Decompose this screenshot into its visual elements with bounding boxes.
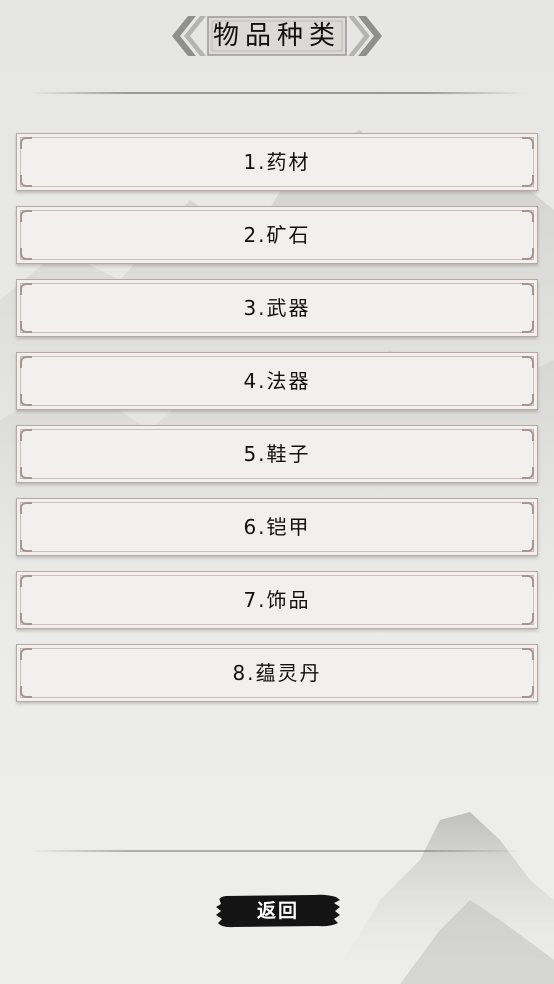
header: 物品种类 — [0, 0, 554, 72]
category-label: 3.武器 — [243, 296, 311, 320]
bottom-divider — [30, 850, 524, 852]
top-divider — [30, 92, 524, 94]
category-item-herbs[interactable]: 1.药材 — [16, 133, 538, 191]
category-list: 1.药材 2.矿石 3.武器 4.法器 5.鞋子 6.铠甲 7.饰品 8.蕴灵丹 — [16, 133, 538, 707]
category-item-weapons[interactable]: 3.武器 — [16, 279, 538, 337]
category-item-shoes[interactable]: 5.鞋子 — [16, 425, 538, 483]
category-label: 8.蕴灵丹 — [232, 661, 322, 685]
back-button[interactable]: 返回 — [214, 891, 342, 931]
category-label: 4.法器 — [243, 369, 311, 393]
page-title: 物品种类 — [212, 21, 341, 51]
category-item-armor[interactable]: 6.铠甲 — [16, 498, 538, 556]
category-label: 2.矿石 — [243, 223, 311, 247]
back-label: 返回 — [256, 900, 299, 922]
category-label: 1.药材 — [243, 150, 311, 174]
category-item-artifacts[interactable]: 4.法器 — [16, 352, 538, 410]
category-label: 5.鞋子 — [243, 442, 311, 466]
category-item-spirit-pill[interactable]: 8.蕴灵丹 — [16, 644, 538, 702]
category-item-accessories[interactable]: 7.饰品 — [16, 571, 538, 629]
category-label: 7.饰品 — [243, 588, 311, 612]
title-plate: 物品种类 — [170, 14, 384, 58]
category-label: 6.铠甲 — [243, 515, 311, 539]
category-item-ore[interactable]: 2.矿石 — [16, 206, 538, 264]
